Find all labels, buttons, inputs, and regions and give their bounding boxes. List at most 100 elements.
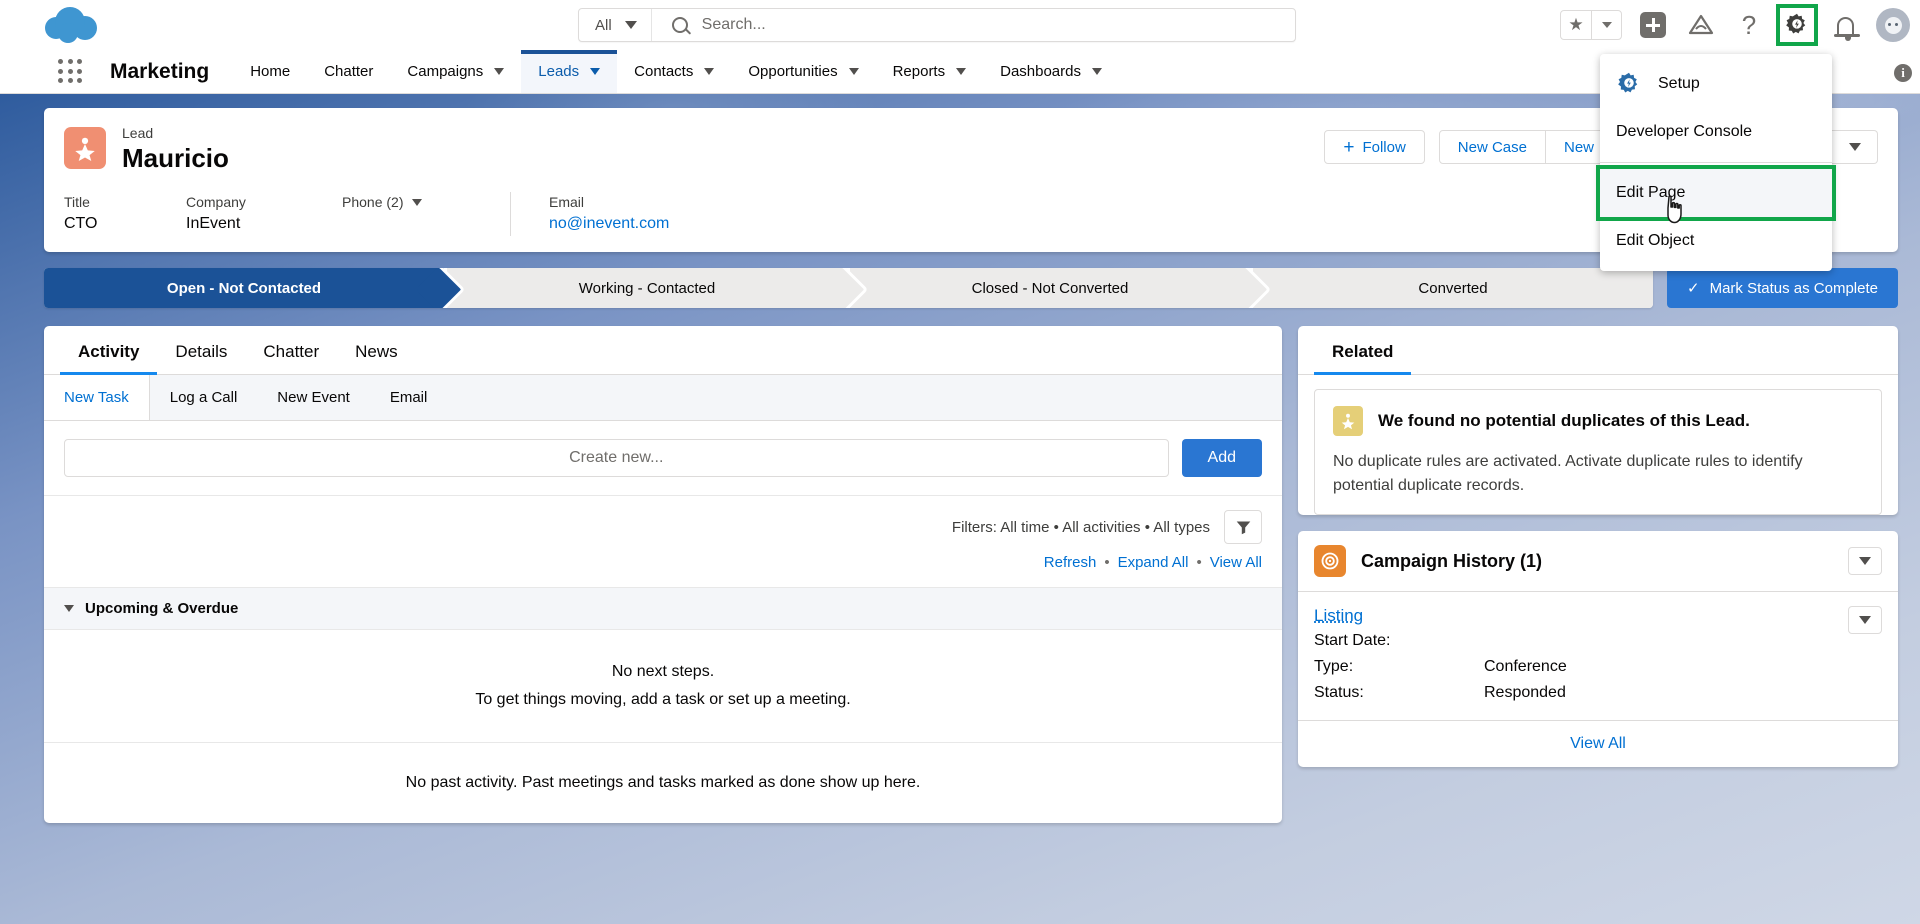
- upcoming-overdue-header[interactable]: Upcoming & Overdue: [44, 587, 1282, 630]
- subtab-new-task[interactable]: New Task: [44, 375, 150, 420]
- mark-status-complete-button[interactable]: ✓ Mark Status as Complete: [1667, 268, 1898, 308]
- chevron-down-icon: [590, 68, 601, 75]
- activity-column: Activity Details Chatter News New Task L…: [44, 326, 1282, 823]
- campaign-view-all-link[interactable]: View All: [1298, 721, 1898, 767]
- menu-item-developer-console[interactable]: Developer Console: [1600, 108, 1832, 156]
- menu-item-label: Developer Console: [1616, 123, 1753, 140]
- field-key: Start Date:: [1314, 632, 1391, 649]
- subtab-log-a-call[interactable]: Log a Call: [150, 375, 258, 420]
- gear-icon[interactable]: [1776, 4, 1818, 46]
- funnel-filter-icon[interactable]: [1224, 510, 1262, 544]
- field-key: Type:: [1314, 658, 1354, 675]
- field-key: Status:: [1314, 684, 1364, 701]
- tab-chatter[interactable]: Chatter: [245, 326, 337, 374]
- new-case-button[interactable]: New Case: [1438, 130, 1546, 164]
- field-phone[interactable]: Phone (2): [342, 192, 510, 236]
- field-value: Conference: [1484, 658, 1567, 675]
- tab-label: Details: [175, 342, 228, 361]
- check-icon: ✓: [1687, 280, 1700, 297]
- nav-item-opportunities[interactable]: Opportunities: [731, 50, 875, 93]
- app-launcher-waffle-icon[interactable]: [58, 59, 84, 85]
- bell-icon[interactable]: [1828, 8, 1862, 42]
- chevron-down-icon: [1092, 68, 1102, 75]
- tab-news[interactable]: News: [337, 326, 416, 374]
- lead-person-star-icon: [64, 127, 106, 169]
- nav-item-home[interactable]: Home: [233, 50, 307, 93]
- campaign-row: Listing Start Date: Type: Conference Sta…: [1298, 592, 1898, 721]
- subtab-label: New Event: [277, 389, 350, 406]
- nav-item-reports[interactable]: Reports: [876, 50, 984, 93]
- related-column: Related We found no potential duplicates…: [1298, 326, 1898, 767]
- path-step-label: Working - Contacted: [578, 279, 716, 297]
- view-all-link[interactable]: View All: [1210, 554, 1262, 571]
- menu-item-edit-page[interactable]: Edit Page: [1596, 165, 1836, 224]
- avatar-icon[interactable]: [1876, 8, 1910, 42]
- follow-label: Follow: [1362, 138, 1406, 156]
- campaign-field-type: Type: Conference: [1314, 655, 1882, 678]
- field-value: InEvent: [186, 215, 241, 232]
- header-icon-group: ★ ?: [1560, 0, 1910, 50]
- nav-item-label: Chatter: [324, 63, 374, 80]
- no-past-activity-block: No past activity. Past meetings and task…: [44, 743, 1282, 823]
- field-value: CTO: [64, 215, 98, 232]
- search-scope-label: All: [595, 16, 612, 34]
- mark-status-complete-label: Mark Status as Complete: [1709, 279, 1878, 297]
- add-button[interactable]: Add: [1181, 439, 1262, 477]
- link-separator: •: [1196, 554, 1202, 571]
- nav-item-contacts[interactable]: Contacts: [617, 50, 731, 93]
- path-step-closed-not-converted[interactable]: Closed - Not Converted: [850, 268, 1250, 308]
- app-name[interactable]: Marketing: [110, 50, 209, 93]
- subtab-new-event[interactable]: New Event: [257, 375, 370, 420]
- refresh-link[interactable]: Refresh: [1044, 554, 1097, 571]
- tab-details[interactable]: Details: [157, 326, 245, 374]
- chevron-down-icon[interactable]: [412, 198, 423, 206]
- path-step-converted[interactable]: Converted: [1253, 268, 1653, 308]
- more-actions-chevron-down-icon[interactable]: [1832, 130, 1878, 164]
- campaign-history-chevron-down-icon[interactable]: [1848, 547, 1882, 575]
- expand-all-link[interactable]: Expand All: [1118, 554, 1189, 571]
- guidance-icon[interactable]: [1684, 8, 1718, 42]
- nav-items: Home Chatter Campaigns Leads Contacts Op…: [233, 50, 1119, 93]
- nav-item-leads[interactable]: Leads: [521, 50, 618, 93]
- nav-item-label: Campaigns: [407, 63, 484, 80]
- field-label: Company: [186, 194, 246, 210]
- help-question-icon[interactable]: ?: [1732, 8, 1766, 42]
- nav-item-campaigns[interactable]: Campaigns: [390, 50, 521, 93]
- favorites-chevron-down-icon[interactable]: [1591, 11, 1621, 39]
- tab-label: Activity: [78, 342, 140, 361]
- menu-item-label: Setup: [1658, 75, 1700, 92]
- tab-label: News: [355, 342, 398, 361]
- nav-item-chatter[interactable]: Chatter: [307, 50, 390, 93]
- nav-item-dashboards[interactable]: Dashboards: [983, 50, 1119, 93]
- menu-item-edit-object[interactable]: Edit Object: [1600, 217, 1832, 265]
- create-new-input[interactable]: Create new...: [64, 439, 1169, 477]
- favorites-group[interactable]: ★: [1560, 10, 1622, 40]
- star-icon[interactable]: ★: [1561, 11, 1591, 39]
- search-scope-selector[interactable]: All: [579, 9, 652, 41]
- tab-related[interactable]: Related: [1314, 326, 1412, 375]
- nav-item-label: Contacts: [634, 63, 694, 80]
- campaign-row-chevron-down-icon[interactable]: [1848, 606, 1882, 634]
- salesforce-cloud-logo[interactable]: [45, 5, 101, 45]
- info-icon[interactable]: i: [1894, 64, 1912, 82]
- campaign-name-link[interactable]: Listing: [1314, 606, 1882, 626]
- tab-activity[interactable]: Activity: [60, 326, 158, 375]
- email-link[interactable]: no@inevent.com: [549, 212, 669, 236]
- chevron-down-icon: [956, 68, 967, 75]
- global-search-bar[interactable]: All Search...: [578, 8, 1296, 42]
- setup-gear-icon: [1618, 72, 1638, 93]
- path-step-label: Open - Not Contacted: [166, 279, 322, 297]
- search-input[interactable]: Search...: [702, 16, 766, 34]
- path-step-open-not-contacted[interactable]: Open - Not Contacted: [44, 268, 444, 308]
- plus-icon[interactable]: [1636, 8, 1670, 42]
- subtab-email[interactable]: Email: [370, 375, 448, 420]
- subtab-label: Email: [389, 389, 428, 406]
- page-title: Mauricio: [122, 143, 229, 173]
- path-step-working-contacted[interactable]: Working - Contacted: [447, 268, 847, 308]
- follow-button[interactable]: + Follow: [1324, 130, 1425, 164]
- menu-item-setup[interactable]: Setup: [1600, 60, 1832, 108]
- main-grid: Activity Details Chatter News New Task L…: [44, 326, 1898, 823]
- chevron-down-icon: [494, 68, 505, 75]
- related-tablist: Related: [1298, 326, 1898, 375]
- campaign-field-start-date: Start Date:: [1314, 629, 1882, 652]
